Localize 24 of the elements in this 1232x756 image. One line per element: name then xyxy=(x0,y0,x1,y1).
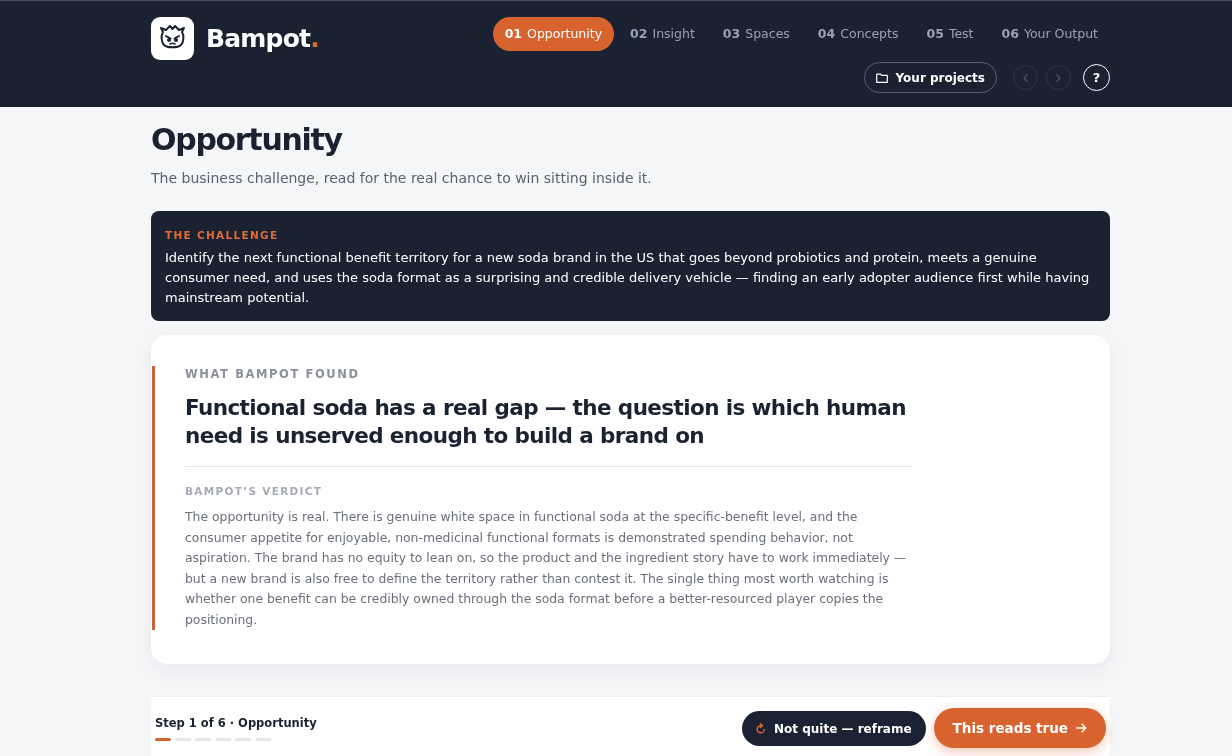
folder-icon xyxy=(875,72,888,83)
step-tab[interactable]: 05 Test xyxy=(914,17,986,51)
chevron-right-icon xyxy=(1056,73,1061,82)
confirm-button[interactable]: This reads true xyxy=(933,708,1106,748)
finding-headline: Functional soda has a real gap — the question is which human need is unserved enough to build a brand on xyxy=(185,394,907,450)
reframe-button[interactable]: Not quite — reframe xyxy=(742,711,926,746)
brand-name: Bampot. xyxy=(206,26,319,51)
challenge-text: Identify the next functional benefit territory for a new soda brand in the US that goes beyond probiotics and protein, meets a genuine consumer need, and uses the soda format as a surprising and credible delivery vehicle — finding an early adopter audience first while having mainstream potential. xyxy=(165,249,1091,307)
step-tab[interactable]: 04 Concepts xyxy=(805,17,911,51)
page-title: Opportunity xyxy=(151,122,344,158)
verdict-text: The opportunity is real. There is genuine white space in functional soda at the specific-benefit level, and the consumer appetite for enjoyable, non-medicinal functional formats is demonstrated spending behavior, not aspiration. The brand has no equity to lean on, so the product and the ingredient story have to work immediately — but a new brand is also free to define the territory rather than contest it. The single thing most worth watching is whether one benefit can be credibly owned through the soda format before a better-resourced player copies the positioning. xyxy=(185,508,908,629)
mascot-logo-icon xyxy=(151,17,194,60)
challenge-label: THE CHALLENGE xyxy=(165,228,280,242)
step-tab[interactable]: 01 Opportunity xyxy=(492,17,615,51)
page-subtitle: The business challenge, read for the real chance to win sitting inside it. xyxy=(151,169,653,188)
step-tab[interactable]: 02 Insight xyxy=(618,17,707,51)
section-eyebrow: WHAT BAMPOT FOUND xyxy=(185,366,361,382)
step-tab[interactable]: 03 Spaces xyxy=(710,17,802,51)
verdict-label: BAMPOT’S VERDICT xyxy=(185,484,324,498)
step-tab[interactable]: 06 Your Output xyxy=(989,17,1110,51)
step-text: Step 1 of 6 · Opportunity xyxy=(155,716,317,730)
refresh-icon xyxy=(756,723,766,734)
chevron-left-icon xyxy=(1023,73,1028,82)
arrow-right-icon xyxy=(1076,723,1087,733)
